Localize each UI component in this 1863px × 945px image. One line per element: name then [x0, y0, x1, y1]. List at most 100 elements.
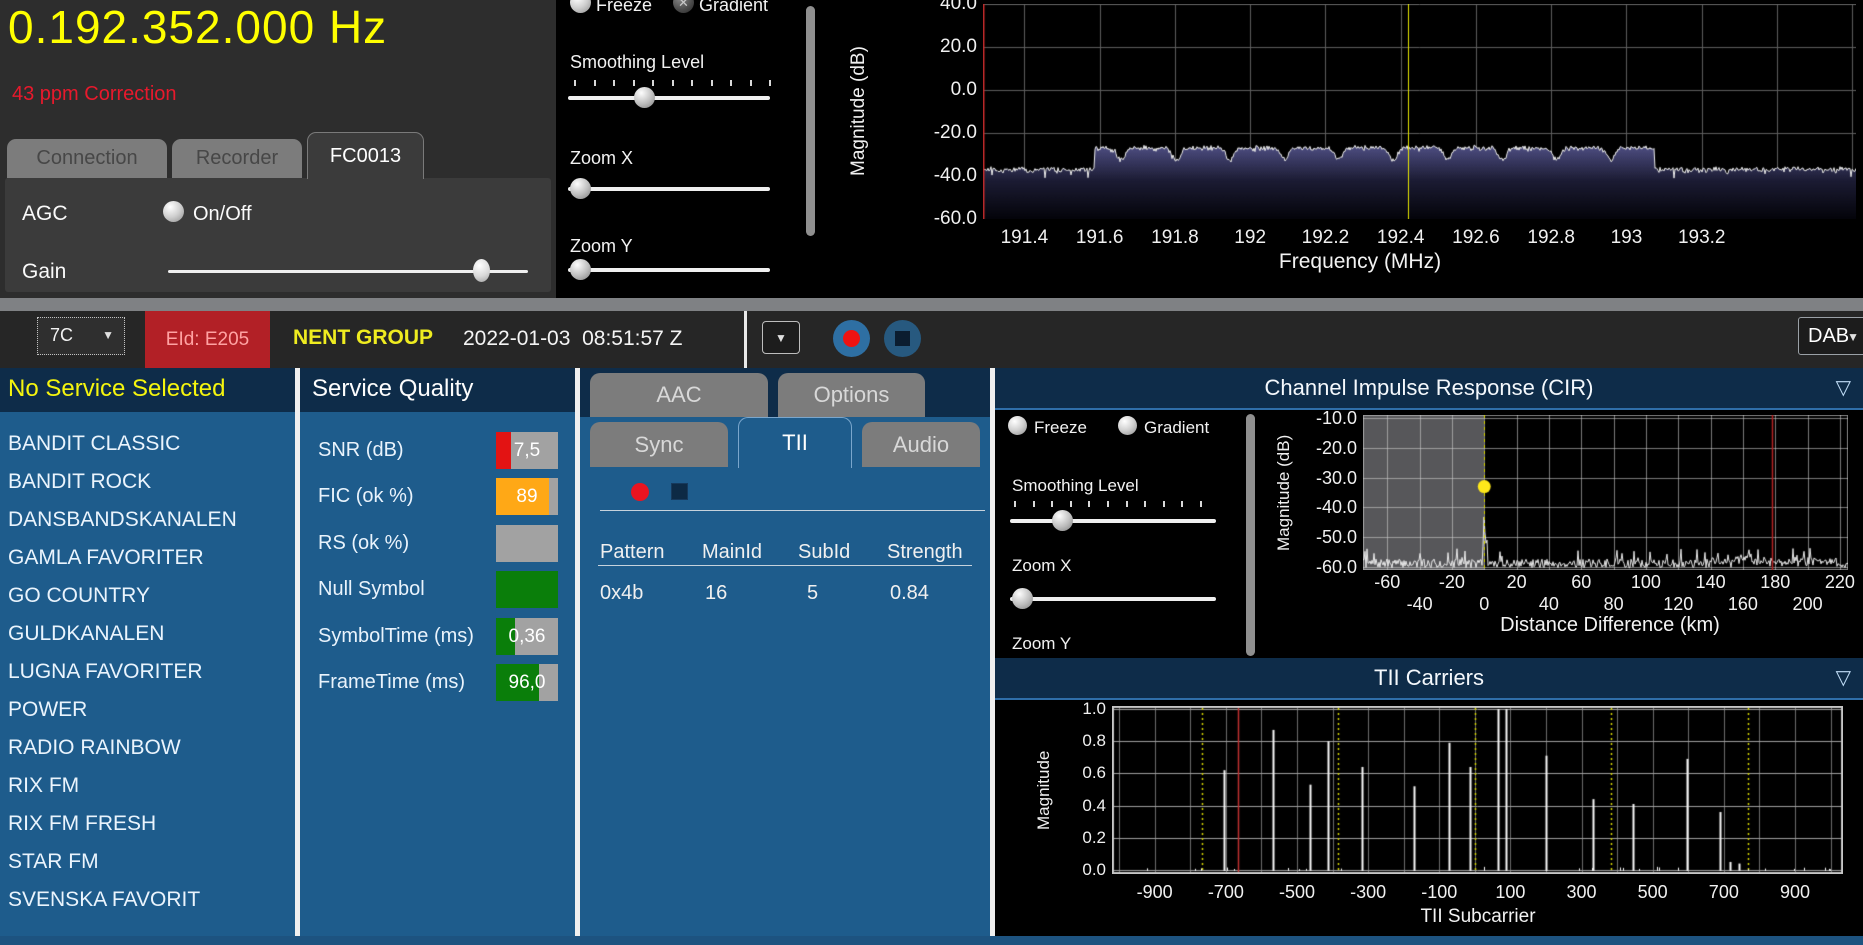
quality-value: 7,5: [496, 432, 558, 469]
mode-select[interactable]: DAB: [1798, 317, 1863, 355]
spectrum-zoom-y-thumb[interactable]: [570, 259, 591, 280]
agc-onoff-radio[interactable]: [163, 201, 184, 222]
cir-smoothing-slider[interactable]: [1010, 519, 1216, 523]
tab-aac[interactable]: AAC: [590, 373, 768, 417]
collapse-triangle-icon[interactable]: [1836, 375, 1851, 400]
slider-tickmark: [691, 80, 693, 86]
tii-record-icon[interactable]: [631, 483, 649, 501]
tab-fc0013[interactable]: FC0013: [307, 132, 424, 179]
agc-label: AGC: [22, 202, 68, 226]
tii-title: TII Carriers: [995, 658, 1863, 698]
quality-row-label: RS (ok %): [318, 525, 409, 562]
service-item[interactable]: BANDIT CLASSIC: [0, 425, 295, 463]
record-button[interactable]: [833, 320, 870, 357]
record-options-dropdown[interactable]: [762, 321, 800, 354]
spectrum-plot[interactable]: [983, 4, 1856, 219]
slider-tickmark: [711, 80, 713, 86]
chevron-down-icon: [775, 331, 787, 345]
spectrum-gradient-checkbox[interactable]: [673, 0, 694, 13]
ensemble-id-badge: EId: E205: [145, 311, 270, 368]
slider-tickmark: [574, 80, 576, 86]
service-item[interactable]: POWER: [0, 691, 295, 729]
service-item[interactable]: LUGNA FAVORITER: [0, 653, 295, 691]
service-item[interactable]: RIX FM: [0, 767, 295, 805]
tab-options[interactable]: Options: [778, 373, 925, 417]
spectrum-zoom-x-slider[interactable]: [568, 187, 770, 191]
service-item[interactable]: GULDKANALEN: [0, 615, 295, 653]
spectrum-zoom-y-slider[interactable]: [568, 268, 770, 272]
spectrum-gradient-label: Gradient: [699, 0, 768, 16]
scrollbar[interactable]: [806, 6, 815, 236]
cir-smoothing-thumb[interactable]: [1052, 510, 1073, 531]
cir-zoom-x-thumb[interactable]: [1012, 588, 1033, 609]
panel-splitter[interactable]: [575, 368, 580, 936]
ppm-correction: 43 ppm Correction: [12, 83, 177, 106]
collapse-triangle-icon[interactable]: [1836, 665, 1851, 690]
services-header: No Service Selected: [0, 368, 295, 412]
slider-tickmark: [769, 80, 771, 86]
spectrum-zoom-x-thumb[interactable]: [570, 178, 591, 199]
quality-bar: [496, 571, 558, 608]
status-bar: 7C EId: E205 NENT GROUP 2022-01-03 08:51…: [0, 311, 1863, 368]
panel-splitter[interactable]: [990, 368, 995, 936]
cir-gradient-radio[interactable]: [1118, 416, 1137, 435]
cir-plot[interactable]: [1363, 415, 1848, 570]
tab-connection[interactable]: Connection: [7, 139, 167, 178]
quality-row-label: FrameTime (ms): [318, 664, 465, 701]
tab-recorder[interactable]: Recorder: [172, 139, 302, 178]
fc0013-settings-panel: AGC On/Off Gain: [5, 178, 551, 292]
chevron-down-icon: [102, 328, 114, 342]
cir-smoothing-label: Smoothing Level: [1012, 476, 1139, 496]
service-item[interactable]: RIX FM FRESH: [0, 805, 295, 843]
spectrum-ytick: -20.0: [907, 122, 977, 144]
service-list: BANDIT CLASSICBANDIT ROCKDANSBANDSKANALE…: [0, 412, 295, 936]
cir-y-axis-label: Magnitude (dB): [1274, 415, 1296, 570]
cir-freeze-label: Freeze: [1034, 418, 1087, 438]
slider-tickmark: [672, 80, 674, 86]
tii-plot[interactable]: [1112, 706, 1843, 874]
quality-bar: 7,5: [496, 432, 558, 469]
service-item[interactable]: STAR FM: [0, 843, 295, 881]
app-window: 0.192.352.000 Hz 43 ppm Correction Conne…: [0, 0, 1863, 945]
tab-sync[interactable]: Sync: [590, 422, 728, 467]
spectrum-freeze-radio[interactable]: [570, 0, 591, 13]
quality-row-label: Null Symbol: [318, 571, 425, 608]
spectrum-zoom-x-label: Zoom X: [570, 148, 633, 169]
tii-stop-icon[interactable]: [671, 483, 688, 500]
slider-tickmark: [1070, 501, 1072, 507]
tab-audio[interactable]: Audio: [862, 422, 980, 467]
spectrum-xtick: 191.8: [1151, 227, 1199, 249]
divider: [744, 311, 747, 368]
spectrum-xtick: 193: [1611, 227, 1643, 249]
slider-tickmark: [652, 80, 654, 86]
scrollbar[interactable]: [1246, 414, 1255, 656]
service-item[interactable]: RADIO RAINBOW: [0, 729, 295, 767]
ensemble-id-value: EId: E205: [166, 329, 249, 350]
slider-tickmark: [750, 80, 752, 86]
gain-label: Gain: [22, 260, 66, 284]
service-item[interactable]: GAMLA FAVORITER: [0, 539, 295, 577]
stop-button[interactable]: [884, 320, 921, 357]
service-item[interactable]: DANSBANDSKANALEN: [0, 501, 295, 539]
service-item[interactable]: BANDIT ROCK: [0, 463, 295, 501]
spectrum-smoothing-thumb[interactable]: [634, 87, 655, 108]
quality-row-label: SNR (dB): [318, 432, 404, 469]
spectrum-ytick: -60.0: [907, 208, 977, 230]
gain-slider-thumb[interactable]: [473, 259, 490, 282]
quality-bar: 89: [496, 478, 558, 515]
cir-zoom-x-slider[interactable]: [1010, 597, 1216, 601]
slider-tickmark: [1181, 501, 1183, 507]
service-item[interactable]: GO COUNTRY: [0, 577, 295, 615]
ensemble-name: NENT GROUP: [293, 326, 433, 350]
cir-freeze-radio[interactable]: [1008, 416, 1027, 435]
tab-tii[interactable]: TII: [738, 417, 852, 468]
spectrum-x-axis-label: Frequency (MHz): [1160, 250, 1560, 274]
cir-zoom-x-label: Zoom X: [1012, 556, 1072, 576]
chevron-down-icon: [1847, 330, 1859, 344]
spectrum-smoothing-slider[interactable]: [568, 96, 770, 100]
channel-select[interactable]: 7C: [37, 317, 125, 355]
service-item[interactable]: SVENSKA FAVORIT: [0, 881, 295, 919]
panel-splitter[interactable]: [295, 368, 300, 936]
quality-bar-segment: [496, 525, 558, 562]
spectrum-xtick: 191.6: [1076, 227, 1124, 249]
